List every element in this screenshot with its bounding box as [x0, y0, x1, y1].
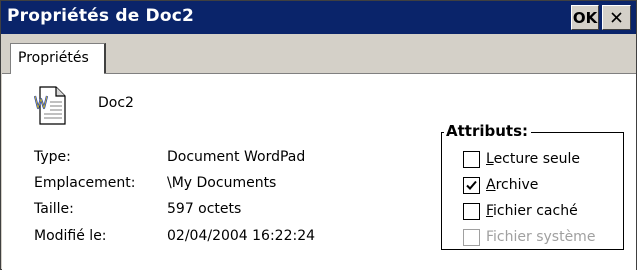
system-file-checkbox-row: Fichier système [463, 227, 595, 247]
location-value: \My Documents [167, 175, 277, 191]
tab-properties[interactable]: Propriétés [10, 43, 106, 73]
location-label: Emplacement: [34, 175, 136, 191]
ok-button[interactable]: OK [571, 5, 599, 30]
type-label: Type: [34, 149, 71, 165]
hidden-file-checkbox[interactable] [463, 202, 480, 220]
read-only-checkbox[interactable] [463, 150, 480, 168]
archive-label: Archive [486, 177, 539, 193]
attributes-title: Attributs: [444, 122, 532, 140]
wordpad-document-icon [34, 86, 66, 125]
archive-checkbox-row[interactable]: Archive [463, 175, 538, 195]
title-bar: Propriétés de Doc2 OK [1, 1, 636, 34]
file-name: Doc2 [98, 95, 134, 111]
properties-dialog: Propriétés de Doc2 OK Propriétés Doc2 Ty… [0, 0, 637, 270]
system-file-label: Fichier système [486, 229, 596, 245]
close-icon [611, 12, 622, 23]
modified-label: Modifié le: [34, 228, 107, 244]
type-value: Document WordPad [167, 149, 306, 165]
system-file-checkbox [463, 228, 480, 246]
checkmark-icon [466, 180, 477, 190]
hidden-file-label: Fichier caché [486, 203, 578, 219]
read-only-checkbox-row[interactable]: Lecture seule [463, 149, 580, 169]
hidden-file-checkbox-row[interactable]: Fichier caché [463, 201, 578, 221]
modified-value: 02/04/2004 16:22:24 [167, 228, 316, 244]
window-title: Propriétés de Doc2 [7, 6, 195, 26]
archive-checkbox[interactable] [463, 176, 480, 194]
close-button[interactable] [602, 5, 631, 30]
size-value: 597 octets [167, 201, 242, 217]
tab-properties-label: Propriétés [18, 50, 89, 66]
read-only-label: Lecture seule [486, 151, 581, 167]
size-label: Taille: [34, 201, 74, 217]
